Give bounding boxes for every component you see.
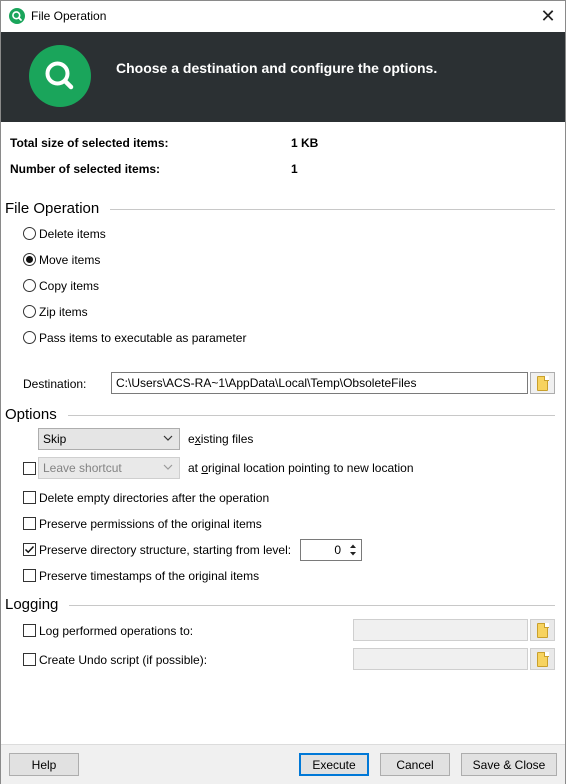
undo-browse-button[interactable] [530, 648, 555, 670]
undo-script-checkbox[interactable] [23, 653, 36, 666]
file-operation-section-title: File Operation [5, 200, 100, 217]
folder-icon [537, 651, 549, 667]
radio-button[interactable] [23, 279, 36, 292]
total-size-value: 1 KB [291, 136, 319, 150]
delete-empty-dirs-label[interactable]: Delete empty directories after the opera… [39, 491, 269, 505]
log-operations-checkbox[interactable] [23, 624, 36, 637]
radio-button[interactable] [23, 305, 36, 318]
app-search-icon [9, 8, 25, 24]
delete-empty-dirs-checkbox[interactable] [23, 491, 36, 504]
existing-files-label: existing files [188, 432, 254, 446]
existing-files-select[interactable]: Skip [38, 428, 180, 450]
destination-input[interactable]: C:\Users\ACS-RA~1\AppData\Local\Temp\Obs… [111, 372, 528, 394]
radio-label[interactable]: Move items [39, 253, 100, 267]
preserve-structure-label[interactable]: Preserve directory structure, starting f… [39, 543, 291, 557]
preserve-structure-checkbox[interactable] [23, 543, 36, 556]
section-divider [68, 415, 555, 416]
preserve-timestamps-label[interactable]: Preserve timestamps of the original item… [39, 569, 259, 583]
structure-level-value: 0 [334, 543, 341, 557]
log-operations-label[interactable]: Log performed operations to: [39, 624, 193, 638]
radio-label[interactable]: Zip items [39, 305, 88, 319]
folder-icon [537, 375, 549, 391]
title-bar[interactable]: File Operation ✕ [1, 1, 565, 32]
cancel-button[interactable]: Cancel [380, 753, 450, 776]
logging-section-title: Logging [5, 596, 59, 613]
existing-files-select-value: Skip [43, 432, 67, 446]
banner-heading: Choose a destination and configure the o… [116, 60, 438, 76]
leave-shortcut-select-value: Leave shortcut [43, 461, 122, 475]
section-divider [69, 605, 555, 606]
folder-icon [537, 622, 549, 638]
preserve-timestamps-checkbox[interactable] [23, 569, 36, 582]
file-operation-dialog: File Operation ✕ Choose a destination an… [0, 0, 566, 784]
window-title: File Operation [31, 9, 107, 23]
options-section-title: Options [5, 406, 57, 423]
radio-button[interactable] [23, 331, 36, 344]
help-button[interactable]: Help [9, 753, 79, 776]
leave-shortcut-checkbox[interactable] [23, 462, 36, 475]
leave-shortcut-label: at original location pointing to new loc… [188, 461, 414, 475]
log-file-input[interactable] [353, 619, 528, 641]
save-close-button[interactable]: Save & Close [461, 753, 557, 776]
header-banner: Choose a destination and configure the o… [1, 32, 565, 122]
item-count-value: 1 [291, 162, 298, 176]
destination-label: Destination: [23, 377, 87, 391]
preserve-permissions-label[interactable]: Preserve permissions of the original ite… [39, 517, 262, 531]
structure-level-spinner[interactable]: 0 [300, 539, 362, 561]
dialog-footer: Help Execute Cancel Save & Close [1, 744, 565, 784]
close-button[interactable]: ✕ [531, 1, 565, 31]
checkmark-icon [24, 545, 35, 554]
chevron-down-icon [163, 464, 173, 470]
radio-label[interactable]: Pass items to executable as parameter [39, 331, 246, 345]
undo-script-input[interactable] [353, 648, 528, 670]
radio-label[interactable]: Delete items [39, 227, 106, 241]
total-size-label: Total size of selected items: [10, 136, 169, 150]
search-icon [29, 45, 91, 107]
preserve-permissions-checkbox[interactable] [23, 517, 36, 530]
spinner-arrows-icon[interactable] [347, 542, 359, 558]
radio-button[interactable] [23, 253, 36, 266]
leave-shortcut-select[interactable]: Leave shortcut [38, 457, 180, 479]
destination-browse-button[interactable] [530, 372, 555, 394]
radio-button[interactable] [23, 227, 36, 240]
execute-button[interactable]: Execute [299, 753, 369, 776]
item-count-label: Number of selected items: [10, 162, 161, 176]
chevron-down-icon [163, 435, 173, 441]
section-divider [110, 209, 555, 210]
log-browse-button[interactable] [530, 619, 555, 641]
close-icon: ✕ [540, 5, 556, 26]
undo-script-label[interactable]: Create Undo script (if possible): [39, 653, 207, 667]
radio-label[interactable]: Copy items [39, 279, 99, 293]
